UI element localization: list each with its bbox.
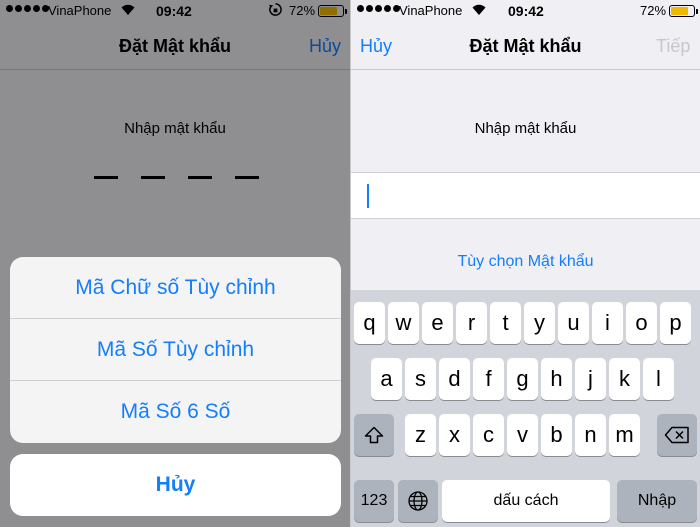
status-time: 09:42 [508, 3, 544, 19]
passcode-options-sheet: Mã Chữ số Tùy chỉnh Mã Số Tùy chỉnh Mã S… [10, 257, 341, 443]
wifi-icon [472, 4, 486, 15]
option-custom-alphanumeric[interactable]: Mã Chữ số Tùy chỉnh [10, 257, 341, 319]
text-caret [367, 184, 369, 208]
key-u[interactable]: u [558, 302, 589, 344]
carrier-name: VinaPhone [399, 3, 463, 18]
battery-icon [669, 5, 698, 17]
key-d[interactable]: d [439, 358, 470, 400]
option-6-digit[interactable]: Mã Số 6 Số [10, 381, 341, 443]
page-title: Đặt Mật khẩu [469, 36, 582, 56]
key-p[interactable]: p [660, 302, 691, 344]
space-key[interactable]: dấu cách [442, 480, 610, 522]
key-z[interactable]: z [405, 414, 436, 456]
battery-percent: 72% [640, 3, 667, 18]
backspace-icon [664, 426, 689, 444]
key-a[interactable]: a [371, 358, 402, 400]
key-s[interactable]: s [405, 358, 436, 400]
backspace-key[interactable] [657, 414, 697, 456]
key-b[interactable]: b [541, 414, 572, 456]
key-m[interactable]: m [609, 414, 640, 456]
passcode-options-link[interactable]: Tùy chọn Mật khẩu [351, 253, 700, 271]
key-t[interactable]: t [490, 302, 521, 344]
key-i[interactable]: i [592, 302, 623, 344]
key-n[interactable]: n [575, 414, 606, 456]
key-r[interactable]: r [456, 302, 487, 344]
key-v[interactable]: v [507, 414, 538, 456]
numbers-key[interactable]: 123 [354, 480, 394, 522]
option-custom-numeric[interactable]: Mã Số Tùy chỉnh [10, 319, 341, 381]
shift-key[interactable] [354, 414, 394, 456]
sheet-cancel-button[interactable]: Hủy [10, 454, 341, 516]
key-g[interactable]: g [507, 358, 538, 400]
left-screen: VinaPhone 09:42 72% Đặt Mật khẩu Hủy Nhậ… [0, 0, 350, 527]
signal-dots-icon [357, 5, 400, 12]
key-e[interactable]: e [422, 302, 453, 344]
globe-key[interactable] [398, 480, 438, 522]
key-q[interactable]: q [354, 302, 385, 344]
right-screen: VinaPhone 09:42 72% Hủy Đặt Mật khẩu Tiế… [351, 0, 700, 527]
key-h[interactable]: h [541, 358, 572, 400]
passcode-prompt: Nhập mật khẩu [474, 120, 577, 137]
key-c[interactable]: c [473, 414, 504, 456]
key-l[interactable]: l [643, 358, 674, 400]
passcode-input[interactable] [351, 172, 700, 219]
return-key[interactable]: Nhập [617, 480, 697, 522]
nav-bar: Hủy Đặt Mật khẩu Tiếp [351, 22, 700, 70]
key-w[interactable]: w [388, 302, 419, 344]
key-j[interactable]: j [575, 358, 606, 400]
key-f[interactable]: f [473, 358, 504, 400]
keyboard: q w e r t y u i o p a s d f g h j k l z … [351, 290, 700, 527]
status-bar: VinaPhone 09:42 72% [351, 0, 700, 22]
key-y[interactable]: y [524, 302, 555, 344]
globe-icon [408, 491, 428, 511]
key-k[interactable]: k [609, 358, 640, 400]
key-o[interactable]: o [626, 302, 657, 344]
next-button[interactable]: Tiếp [656, 36, 690, 57]
shift-icon [364, 426, 384, 444]
key-x[interactable]: x [439, 414, 470, 456]
